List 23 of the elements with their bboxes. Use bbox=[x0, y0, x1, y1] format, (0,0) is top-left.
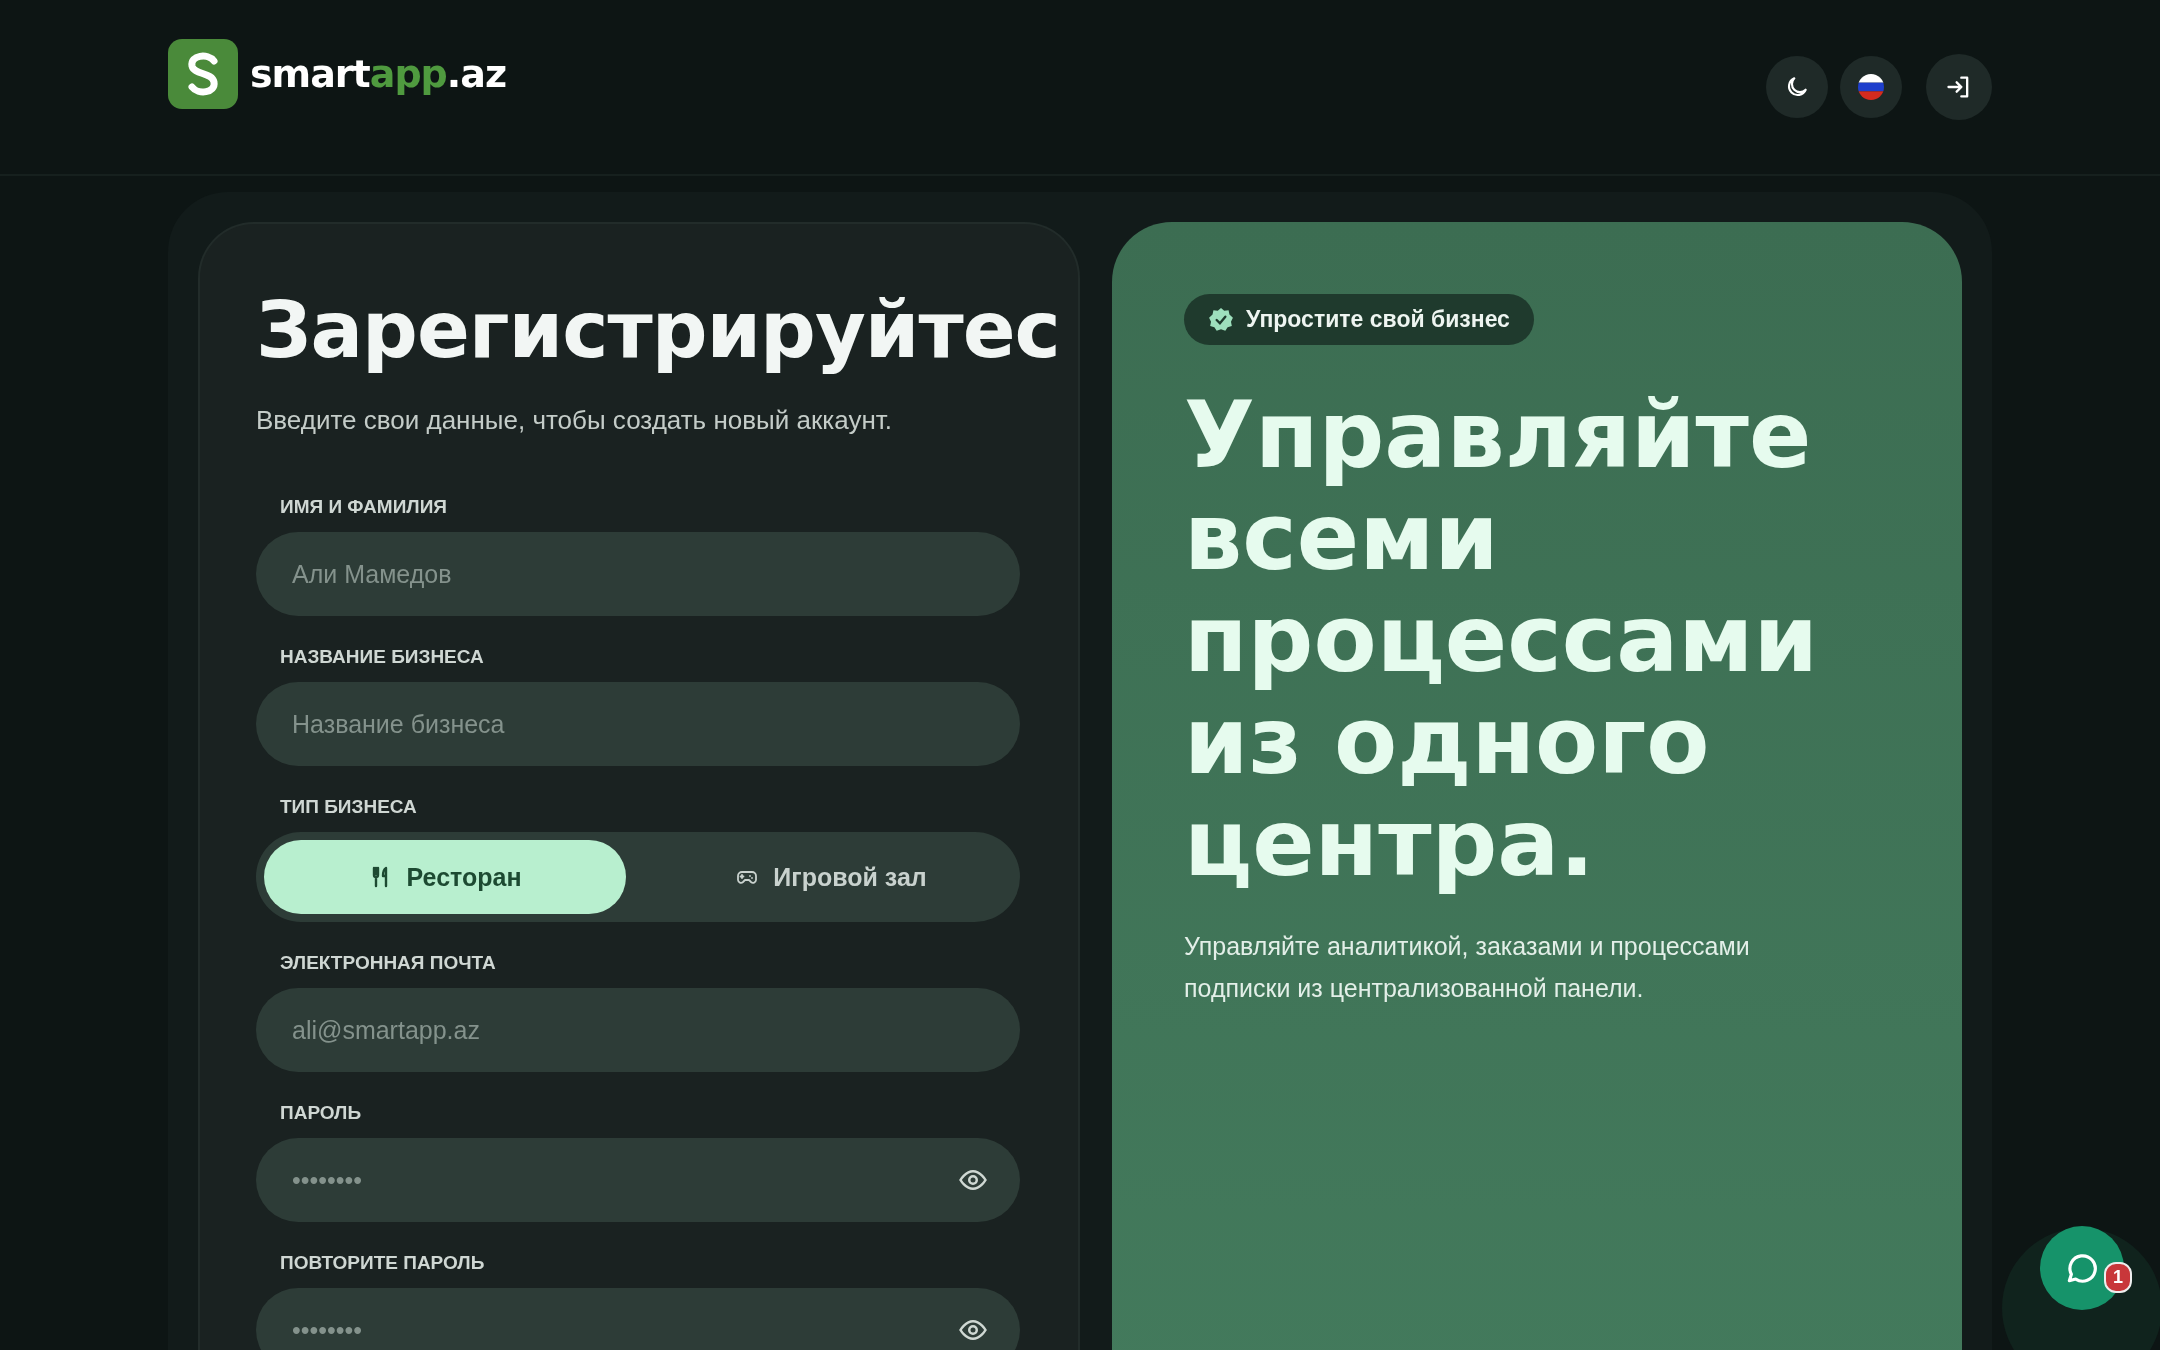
business-type-option[interactable]: Игровой зал bbox=[650, 840, 1012, 915]
form-subtitle: Введите свои данные, чтобы создать новый аккаунт. bbox=[256, 405, 893, 437]
business-type-option[interactable]: Ресторан bbox=[264, 840, 626, 915]
field-label: ТИП БИЗНЕСА bbox=[280, 796, 418, 819]
verified-icon bbox=[1208, 306, 1234, 333]
input-field[interactable]: Али Мамедов bbox=[256, 532, 1020, 617]
field-label: ИМЯ И ФАМИЛИЯ bbox=[280, 496, 448, 519]
flag-icon bbox=[1858, 74, 1884, 100]
form-title: Зарегистрируйтес bbox=[256, 284, 1061, 377]
input-field[interactable]: ali@smartapp.az bbox=[256, 988, 1020, 1073]
password-field[interactable]: •••••••• bbox=[256, 1138, 1020, 1223]
field-label: НАЗВАНИЕ БИЗНЕСА bbox=[280, 646, 485, 669]
field-label: ЭЛЕКТРОННАЯ ПОЧТА bbox=[280, 952, 497, 975]
field-label: ПОВТОРИТЕ ПАРОЛЬ bbox=[280, 1252, 486, 1275]
logo-text[interactable]: smartapp.az bbox=[250, 52, 506, 96]
promo-text: Управляйте аналитикой, заказами и процессами подписки из централизованной панели. bbox=[1184, 931, 1751, 1004]
input-field[interactable]: Название бизнеса bbox=[256, 682, 1020, 767]
promo-headline: Управляйте всеми процессами из одного центра. bbox=[1184, 385, 1820, 895]
password-field[interactable]: •••••••• bbox=[256, 1288, 1020, 1350]
logo-icon[interactable] bbox=[168, 39, 238, 109]
badge-text: Упростите свой бизнес bbox=[1246, 306, 1510, 333]
field-label: ПАРОЛЬ bbox=[280, 1102, 363, 1125]
notification-badge: 1 bbox=[2104, 1262, 2132, 1293]
